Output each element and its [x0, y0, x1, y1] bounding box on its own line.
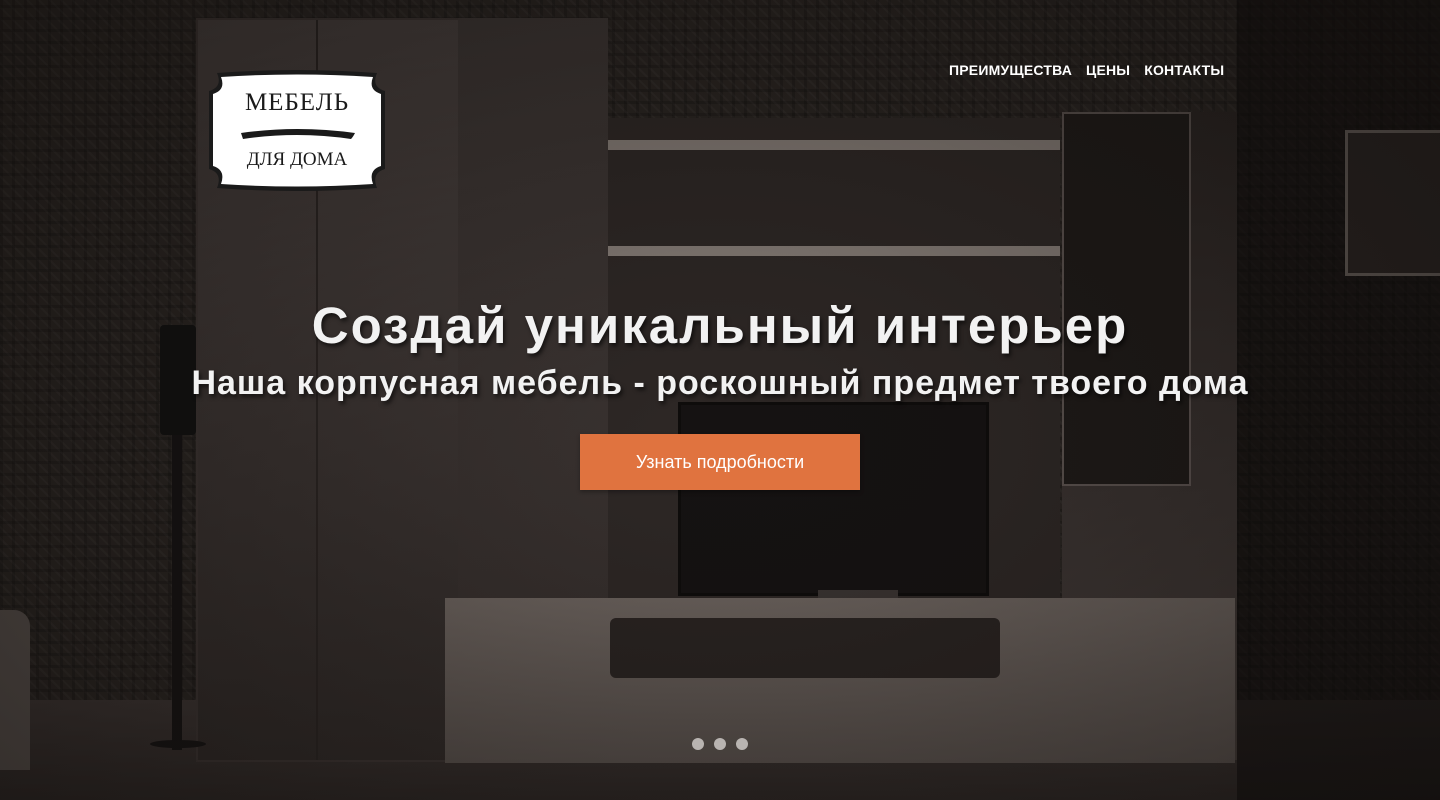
slider-dot-1[interactable] [692, 738, 704, 750]
hero-title: Создай уникальный интерьер [311, 297, 1129, 354]
picture-frame-image [1345, 130, 1440, 276]
nav-link-prices[interactable]: ЦЕНЫ [1086, 62, 1130, 78]
lamp-base-image [150, 740, 206, 748]
chair-image [0, 610, 30, 770]
hero-section: МЕБЕЛЬ ДЛЯ ДОМА ПРЕИМУЩЕСТВА ЦЕНЫ КОНТАК… [0, 0, 1440, 800]
logo-subtitle: ДЛЯ ДОМА [246, 149, 348, 170]
tv-cabinet-image [445, 598, 1235, 763]
shelf [608, 246, 1060, 256]
main-nav: ПРЕИМУЩЕСТВА ЦЕНЫ КОНТАКТЫ [949, 62, 1224, 78]
shelf [608, 140, 1060, 150]
site-logo[interactable]: МЕБЕЛЬ ДЛЯ ДОМА [205, 67, 389, 194]
slider-dot-2[interactable] [714, 738, 726, 750]
logo-title: МЕБЕЛЬ [244, 89, 350, 116]
logo-frame-icon [209, 70, 385, 191]
slider-dots [692, 738, 748, 750]
nav-link-advantages[interactable]: ПРЕИМУЩЕСТВА [949, 62, 1072, 78]
nav-link-contacts[interactable]: КОНТАКТЫ [1144, 62, 1224, 78]
hero-subtitle: Наша корпусная мебель - роскошный предме… [191, 364, 1249, 402]
tv-image [678, 402, 989, 596]
learn-more-button[interactable]: Узнать подробности [580, 434, 860, 490]
slider-dot-3[interactable] [736, 738, 748, 750]
